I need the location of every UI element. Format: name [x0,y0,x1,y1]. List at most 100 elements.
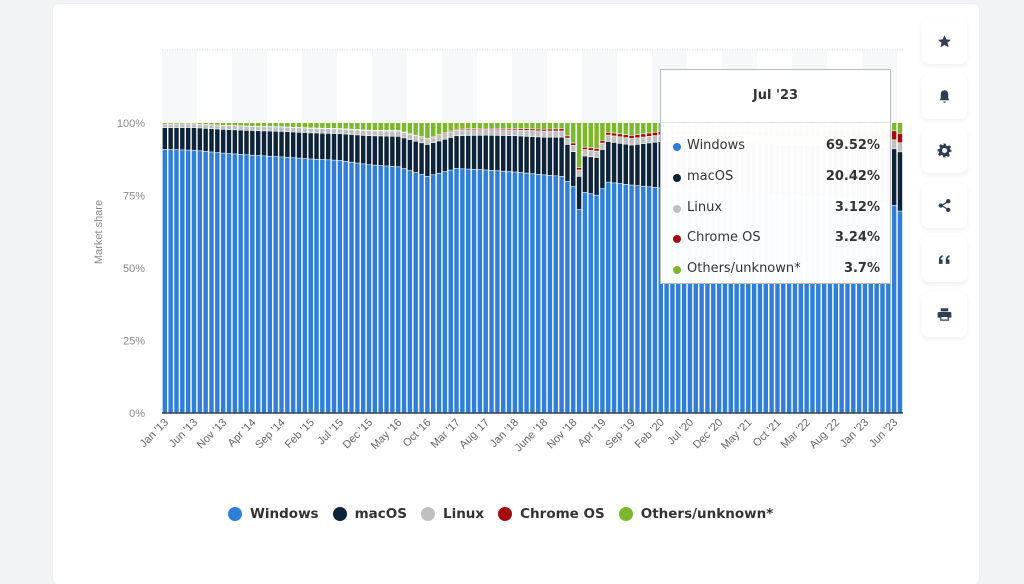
bar-chromeos[interactable] [594,149,598,151]
bar-windows[interactable] [594,196,598,414]
legend-item[interactable]: Others/unknown* [619,506,774,522]
bar-macos[interactable] [314,133,318,159]
legend-item[interactable]: Chrome OS [498,506,605,522]
bar-linux[interactable] [542,131,546,136]
bar-macos[interactable] [244,131,248,155]
bar-macos[interactable] [489,136,493,170]
bar-others[interactable] [583,123,587,147]
bar-stack[interactable] [233,123,237,413]
bar-windows[interactable] [332,160,336,413]
bar-others[interactable] [221,123,225,125]
bar-stack[interactable] [577,123,581,413]
bar-others[interactable] [408,123,412,133]
bar-linux[interactable] [203,125,207,128]
bar-stack[interactable] [402,123,406,413]
bar-macos[interactable] [186,128,190,150]
bar-others[interactable] [297,123,301,127]
bar-windows[interactable] [215,153,219,413]
bar-macos[interactable] [308,133,312,159]
bar-others[interactable] [507,123,511,128]
bar-stack[interactable] [349,123,353,413]
bar-macos[interactable] [431,143,435,174]
bar-others[interactable] [268,123,272,126]
bar-linux[interactable] [624,138,628,144]
bar-macos[interactable] [402,138,406,168]
bar-linux[interactable] [238,126,242,129]
bar-windows[interactable] [460,169,464,413]
bar-others[interactable] [413,123,417,135]
bar-others[interactable] [472,123,476,128]
bar-windows[interactable] [542,175,546,413]
bar-others[interactable] [589,123,593,147]
bar-windows[interactable] [635,186,639,413]
bar-others[interactable] [180,123,184,124]
bar-chromeos[interactable] [489,129,493,130]
bar-macos[interactable] [168,128,172,149]
bar-windows[interactable] [501,171,505,413]
bar-others[interactable] [641,123,645,134]
bar-others[interactable] [273,123,277,126]
bar-others[interactable] [343,123,347,129]
bar-linux[interactable] [338,129,342,133]
bar-chromeos[interactable] [629,136,633,138]
bar-macos[interactable] [273,132,277,157]
bar-others[interactable] [349,123,353,129]
bar-windows[interactable] [390,167,394,413]
bar-others[interactable] [367,123,371,130]
bar-macos[interactable] [396,137,400,167]
bar-chromeos[interactable] [577,168,581,170]
bar-windows[interactable] [338,161,342,413]
bar-stack[interactable] [898,123,902,413]
bar-others[interactable] [308,123,312,128]
bar-linux[interactable] [273,127,277,131]
bar-stack[interactable] [460,123,464,413]
bar-chromeos[interactable] [559,129,563,131]
bar-others[interactable] [559,123,563,128]
bar-stack[interactable] [443,123,447,413]
legend-item[interactable]: macOS [333,506,407,522]
bar-macos[interactable] [898,152,902,211]
bar-stack[interactable] [367,123,371,413]
bar-others[interactable] [612,123,616,133]
bar-chromeos[interactable] [554,129,558,130]
bar-macos[interactable] [530,137,534,174]
bar-others[interactable] [332,123,336,128]
bar-stack[interactable] [519,123,523,413]
bar-chromeos[interactable] [542,130,546,131]
bar-stack[interactable] [320,123,324,413]
bar-others[interactable] [542,123,546,129]
bar-stack[interactable] [542,123,546,413]
bar-linux[interactable] [355,130,359,134]
bar-macos[interactable] [501,136,505,171]
bar-linux[interactable] [209,125,213,128]
bar-linux[interactable] [425,139,429,144]
bar-linux[interactable] [484,130,488,135]
bar-others[interactable] [192,123,196,124]
bar-macos[interactable] [209,129,213,152]
bar-macos[interactable] [635,145,639,186]
bar-windows[interactable] [320,160,324,413]
bar-others[interactable] [262,123,266,126]
bar-linux[interactable] [320,129,324,133]
bar-macos[interactable] [618,144,622,184]
bar-linux[interactable] [378,131,382,135]
bar-windows[interactable] [571,187,575,413]
bar-others[interactable] [209,123,213,124]
bar-windows[interactable] [443,172,447,413]
bar-others[interactable] [215,123,219,125]
bar-linux[interactable] [268,127,272,131]
bar-others[interactable] [378,123,382,130]
bar-stack[interactable] [215,123,219,413]
bar-others[interactable] [443,123,447,133]
bar-others[interactable] [536,123,540,129]
bar-others[interactable] [629,123,633,135]
bar-macos[interactable] [448,138,452,170]
bar-windows[interactable] [437,174,441,413]
bar-macos[interactable] [466,136,470,169]
bar-linux[interactable] [583,150,587,156]
bar-others[interactable] [314,123,318,128]
bar-linux[interactable] [489,130,493,135]
bar-windows[interactable] [273,157,277,413]
bar-chromeos[interactable] [892,131,896,139]
bar-linux[interactable] [227,126,231,129]
